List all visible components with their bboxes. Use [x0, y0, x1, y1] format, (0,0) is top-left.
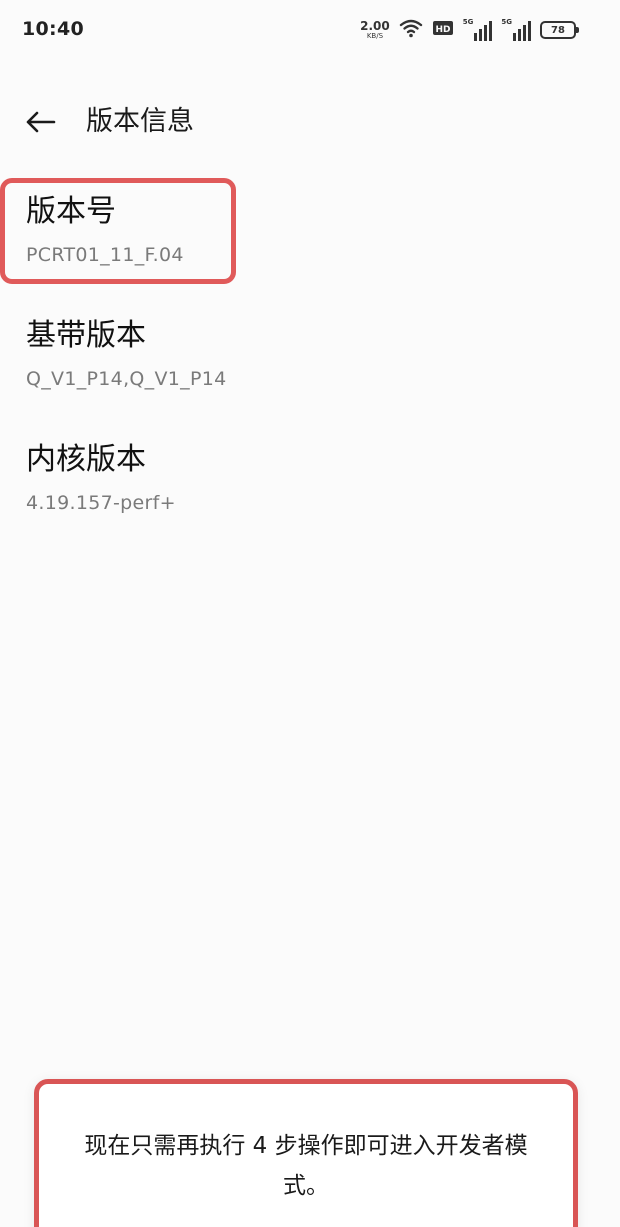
- wifi-icon: [399, 18, 423, 42]
- developer-mode-toast: 现在只需再执行 4 步操作即可进入开发者模式。: [34, 1079, 578, 1227]
- signal-1-label: 5G: [462, 18, 474, 26]
- cellular-signal-2: 5G: [501, 19, 531, 41]
- battery-level: 78: [551, 24, 565, 36]
- network-speed-unit: KB/S: [366, 32, 384, 40]
- kernel-version-title: 内核版本: [26, 442, 146, 477]
- hd-voice-icon: HD: [432, 20, 454, 40]
- network-speed-value: 2.00: [360, 19, 390, 33]
- back-arrow-icon: [26, 111, 56, 133]
- signal-2-label: 5G: [501, 18, 512, 26]
- network-speed-indicator: 2.00 KB/S: [360, 20, 390, 40]
- cellular-signal-1: 5G: [463, 19, 493, 41]
- baseband-version-item: 基带版本 Q_V1_P14,Q_V1_P14: [26, 316, 586, 392]
- back-button[interactable]: [20, 104, 60, 140]
- toast-message: 现在只需再执行 4 步操作即可进入开发者模式。: [84, 1133, 528, 1199]
- app-header: 版本信息: [0, 92, 620, 152]
- baseband-version-value: Q_V1_P14,Q_V1_P14: [26, 368, 227, 390]
- page-title: 版本信息: [86, 106, 194, 137]
- status-time: 10:40: [22, 18, 84, 40]
- status-icons: 2.00 KB/S HD 5G 5G 78: [360, 17, 579, 43]
- battery-icon: 78: [540, 21, 579, 39]
- hd-badge-text: HD: [435, 25, 450, 35]
- screen: 10:40 2.00 KB/S HD 5G 5G 78 版本信息 版本号 PCR…: [0, 0, 620, 1227]
- kernel-version-value: 4.19.157-perf+: [26, 492, 176, 514]
- signal-bars-icon: [474, 21, 493, 41]
- highlight-annotation: [0, 178, 236, 284]
- status-bar: 10:40 2.00 KB/S HD 5G 5G 78: [0, 0, 620, 62]
- kernel-version-item: 内核版本 4.19.157-perf+: [26, 440, 586, 516]
- signal-bars-icon: [513, 21, 531, 41]
- baseband-version-title: 基带版本: [26, 318, 146, 353]
